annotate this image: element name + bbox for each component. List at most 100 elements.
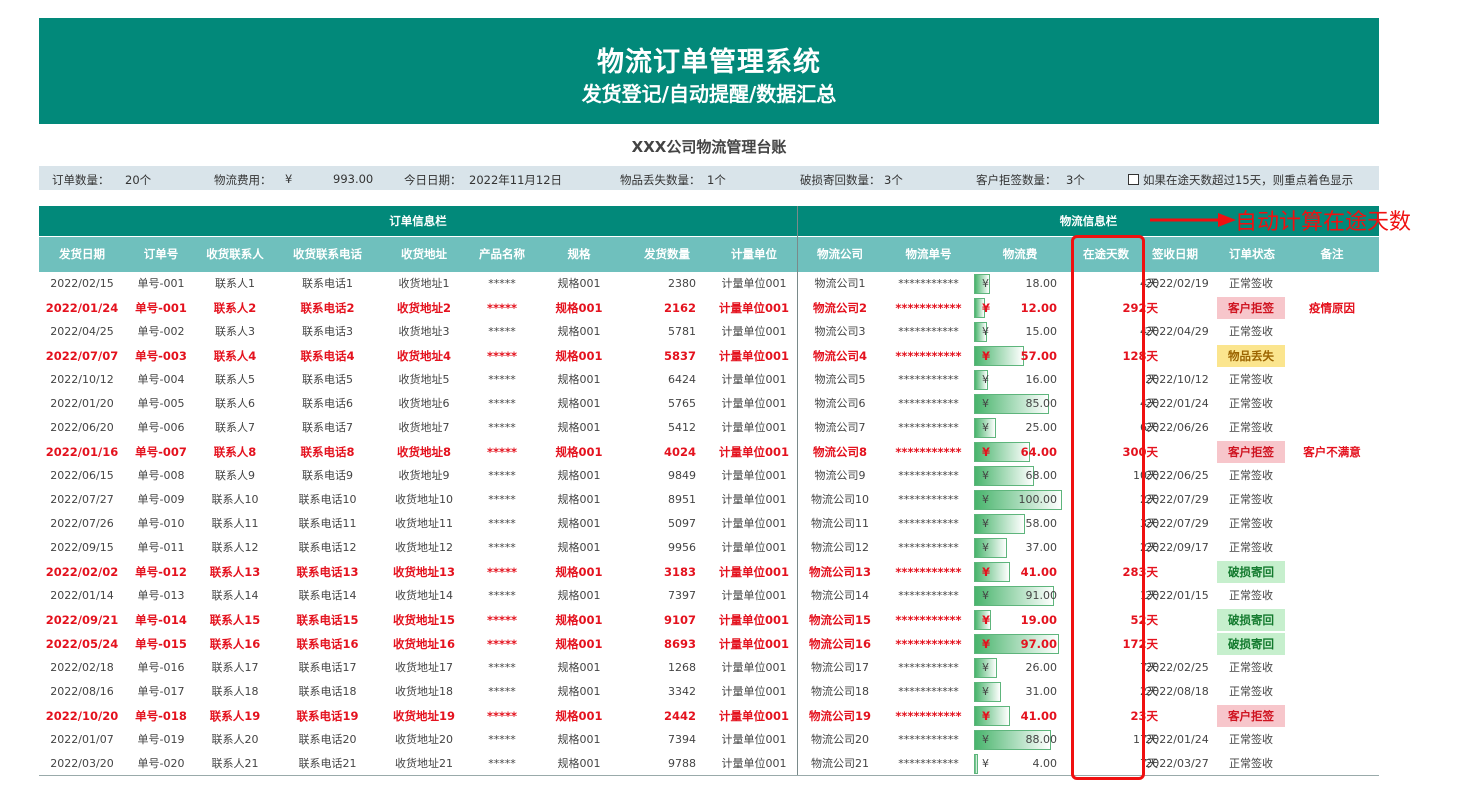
table-row[interactable]: 2022/07/26 单号-010 联系人11 联系电话11 收货地址11 ***** 规格… <box>39 512 1379 536</box>
col-contact-cell: 联系人17 <box>211 661 259 674</box>
col-unit-cell: 计量单位001 <box>721 661 787 674</box>
sign-date-cell <box>1140 608 1214 632</box>
col-address-cell: 收货地址5 <box>398 373 450 386</box>
col-qty-cell: 5412 <box>668 421 696 434</box>
fee-amount: 91.00 <box>1025 589 1058 602</box>
currency-symbol: ¥ <box>982 637 991 651</box>
fee-amount: 64.00 <box>1020 445 1057 459</box>
fee-data-bar <box>974 538 1007 558</box>
damaged-label: 破损寄回数量： <box>800 173 881 187</box>
sign-date-cell: 2022/01/24 <box>1145 397 1209 410</box>
col-ship-date-cell: 2022/05/24 <box>45 637 119 651</box>
col-ship-date-cell: 2022/06/15 <box>50 469 114 482</box>
table-row[interactable]: 2022/10/20 单号-018 联系人19 联系电话19 收货地址19 ***** 规格… <box>39 704 1379 728</box>
table-row[interactable]: 2022/07/27 单号-009 联系人10 联系电话10 收货地址10 ***** 规格… <box>39 488 1379 512</box>
col-spec-cell: 规格001 <box>555 565 603 579</box>
highlight-checkbox[interactable] <box>1128 174 1139 185</box>
col-qty-cell: 2380 <box>668 277 696 290</box>
table-row[interactable]: 2022/01/24 单号-001 联系人2 联系电话2 收货地址2 ***** 规格001… <box>39 296 1379 320</box>
table-row[interactable]: 2022/09/21 单号-014 联系人15 联系电话15 收货地址15 ***** 规格… <box>39 608 1379 632</box>
col-company-cell: 物流公司4 <box>812 349 867 363</box>
fee-amount: 25.00 <box>1025 421 1058 434</box>
table-row[interactable]: 2022/02/18 单号-016 联系人17 联系电话17 收货地址17 ***** 规格… <box>39 656 1379 680</box>
status-badge: 正常签收 <box>1229 685 1273 698</box>
order-count-value: 20个 <box>125 173 152 187</box>
fee-cell: ¥25.00 <box>974 418 1066 438</box>
table-row[interactable]: 2022/01/14 单号-013 联系人14 联系电话14 收货地址14 ***** 规格… <box>39 584 1379 608</box>
col-ship-date-cell: 2022/02/02 <box>45 565 119 579</box>
col-unit-cell: 计量单位001 <box>718 637 789 651</box>
sign-date-cell: 2022/07/29 <box>1145 517 1209 530</box>
table-row[interactable]: 2022/01/20 单号-005 联系人6 联系电话6 收货地址6 ***** 规格001… <box>39 392 1379 416</box>
table-row[interactable]: 2022/02/15 单号-001 联系人1 联系电话1 收货地址1 ***** 规格001… <box>39 272 1379 296</box>
table-row[interactable]: 2022/02/02 单号-012 联系人13 联系电话13 收货地址13 ***** 规格… <box>39 560 1379 584</box>
currency-symbol: ¥ <box>982 589 989 602</box>
fee-amount: 88.00 <box>1025 733 1058 746</box>
col-qty-cell: 9849 <box>668 469 696 482</box>
col-contact-cell: 联系人16 <box>209 637 261 651</box>
col-qty-cell: 5765 <box>668 397 696 410</box>
col-contact-cell: 联系人20 <box>211 733 259 746</box>
col-company-cell: 物流公司1 <box>814 277 866 290</box>
note-cell <box>1293 416 1371 440</box>
sign-date-cell: 2022/01/24 <box>1145 733 1209 746</box>
fee-amount: 19.00 <box>1020 613 1057 627</box>
col-order-no-cell: 单号-001 <box>137 277 185 290</box>
col-fee-header: 物流费 <box>1002 247 1038 261</box>
col-address-cell: 收货地址15 <box>392 613 455 627</box>
note-cell <box>1293 512 1371 536</box>
table-row[interactable]: 2022/06/15 单号-008 联系人9 联系电话9 收货地址9 ***** 规格001… <box>39 464 1379 488</box>
col-unit-cell: 计量单位001 <box>721 589 787 602</box>
col-tracking-cell: *********** <box>898 733 959 746</box>
table-row[interactable]: 2022/05/24 单号-015 联系人16 联系电话16 收货地址16 ***** 规格… <box>39 632 1379 656</box>
table-row[interactable]: 2022/03/20 单号-020 联系人21 联系电话21 收货地址21 ***** 规格… <box>39 752 1379 776</box>
table-row[interactable]: 2022/10/12 单号-004 联系人5 联系电话5 收货地址5 ***** 规格001… <box>39 368 1379 392</box>
col-contact-cell: 联系人8 <box>213 445 257 459</box>
col-company-cell: 物流公司16 <box>808 637 871 651</box>
sign-date-cell <box>1140 296 1214 320</box>
fee-amount: 85.00 <box>1025 397 1058 410</box>
col-order-no-cell: 单号-004 <box>137 373 185 386</box>
col-product-cell: ***** <box>486 709 518 723</box>
fee-amount: 37.00 <box>1025 541 1058 554</box>
table-row[interactable]: 2022/01/16 单号-007 联系人8 联系电话8 收货地址8 ***** 规格001… <box>39 440 1379 464</box>
col-unit-cell: 计量单位001 <box>718 709 789 723</box>
table-row[interactable]: 2022/01/07 单号-019 联系人20 联系电话20 收货地址20 ***** 规格… <box>39 728 1379 752</box>
col-spec-cell: 规格001 <box>555 445 603 459</box>
status-badge: 正常签收 <box>1229 421 1273 434</box>
col-unit-cell: 计量单位001 <box>718 349 789 363</box>
table-row[interactable]: 2022/04/25 单号-002 联系人3 联系电话3 收货地址3 ***** 规格001… <box>39 320 1379 344</box>
col-company-cell: 物流公司10 <box>811 493 869 506</box>
status-badge: 正常签收 <box>1229 397 1273 410</box>
col-unit-cell: 计量单位001 <box>721 397 787 410</box>
col-product-cell: ***** <box>488 493 516 506</box>
status-badge: 正常签收 <box>1229 541 1273 554</box>
title-banner: 物流订单管理系统 发货登记/自动提醒/数据汇总 <box>39 18 1379 124</box>
col-spec-cell: 规格001 <box>555 301 603 315</box>
col-contact-cell: 联系人18 <box>211 685 259 698</box>
col-product-cell: ***** <box>488 757 516 770</box>
col-order-no-cell: 单号-002 <box>137 325 185 338</box>
col-product-cell: ***** <box>488 373 516 386</box>
note-cell <box>1293 560 1371 584</box>
col-tracking-header: 物流单号 <box>905 247 952 261</box>
col-unit-cell: 计量单位001 <box>721 541 787 554</box>
col-company-cell: 物流公司13 <box>808 565 871 579</box>
currency-symbol: ¥ <box>982 349 991 363</box>
table-row[interactable]: 2022/07/07 单号-003 联系人4 联系电话4 收货地址4 ***** 规格001… <box>39 344 1379 368</box>
table-row[interactable]: 2022/08/16 单号-017 联系人18 联系电话18 收货地址18 ***** 规格… <box>39 680 1379 704</box>
fee-total-value: 993.00 <box>333 172 374 186</box>
highlight-option[interactable]: 如果在途天数超过15天，则重点着色显示 <box>1128 172 1353 188</box>
fee-currency: ¥ <box>285 172 293 186</box>
col-tracking-cell: *********** <box>898 589 959 602</box>
sign-date-cell: 2022/02/25 <box>1145 661 1209 674</box>
col-ship-date-cell: 2022/10/20 <box>45 709 119 723</box>
transit-days-highlight-box <box>1071 235 1145 780</box>
table-row[interactable]: 2022/06/20 单号-006 联系人7 联系电话7 收货地址7 ***** 规格001… <box>39 416 1379 440</box>
col-product-cell: ***** <box>488 469 516 482</box>
status-badge: 正常签收 <box>1229 373 1273 386</box>
col-product-cell: ***** <box>486 301 518 315</box>
lost-value: 1个 <box>707 173 726 187</box>
table-row[interactable]: 2022/09/15 单号-011 联系人12 联系电话12 收货地址12 ***** 规格… <box>39 536 1379 560</box>
fee-amount: 100.00 <box>1018 493 1058 506</box>
